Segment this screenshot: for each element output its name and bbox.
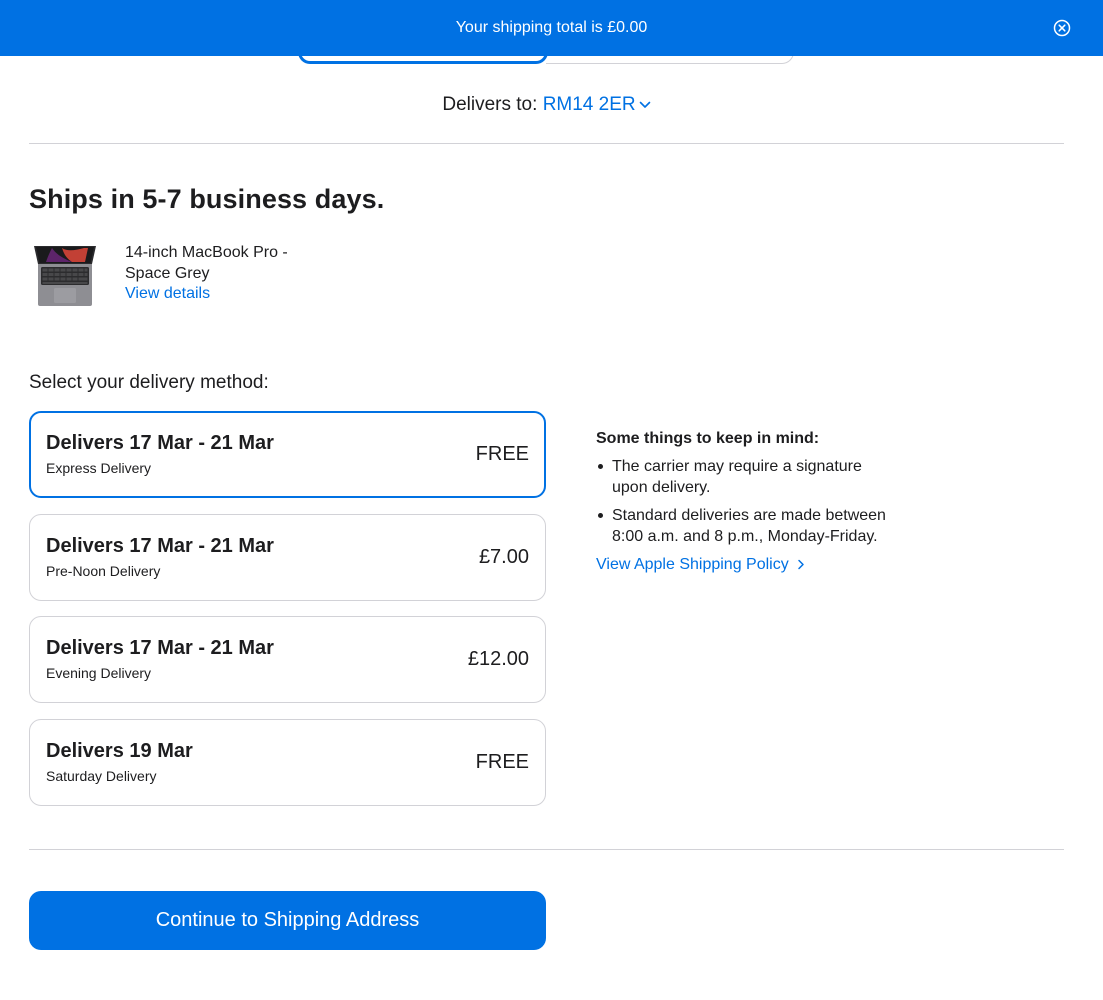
product-name: 14-inch MacBook Pro - Space Grey bbox=[125, 244, 288, 282]
option-subtitle: Saturday Delivery bbox=[46, 768, 157, 784]
shipping-page: Your shipping total is £0.00 Delivers to… bbox=[0, 0, 1103, 1000]
delivery-option-saturday[interactable]: Delivers 19 Mar Saturday Delivery FREE bbox=[29, 719, 546, 806]
continue-button[interactable]: Continue to Shipping Address bbox=[29, 891, 546, 950]
option-price: FREE bbox=[475, 751, 529, 773]
delivery-option-pre-noon[interactable]: Delivers 17 Mar - 21 Mar Pre-Noon Delive… bbox=[29, 514, 546, 601]
info-list: The carrier may require a signature upon… bbox=[596, 456, 896, 554]
option-subtitle: Evening Delivery bbox=[46, 665, 152, 681]
shipping-policy-link[interactable]: View Apple Shipping Policy bbox=[596, 556, 805, 574]
divider bbox=[29, 849, 1064, 850]
info-item: Standard deliveries are made between 8:0… bbox=[596, 505, 896, 547]
option-title: Delivers 17 Mar - 21 Mar bbox=[46, 637, 274, 659]
option-price: £7.00 bbox=[478, 546, 529, 568]
option-subtitle: Pre-Noon Delivery bbox=[46, 563, 161, 579]
postcode-value: RM14 2ER bbox=[542, 94, 636, 115]
divider bbox=[29, 143, 1064, 144]
option-subtitle: Express Delivery bbox=[46, 460, 152, 476]
delivers-to: Delivers to: RM14 2ER bbox=[0, 94, 1093, 116]
chevron-down-icon bbox=[639, 101, 650, 108]
delivery-method-label: Select your delivery method: bbox=[29, 372, 269, 393]
close-circle-icon[interactable] bbox=[1053, 19, 1071, 37]
banner-text: Your shipping total is £0.00 bbox=[455, 19, 648, 36]
info-item: The carrier may require a signature upon… bbox=[596, 456, 896, 498]
chevron-right-icon bbox=[798, 560, 804, 570]
option-price: FREE bbox=[475, 443, 529, 465]
shipping-total-banner: Your shipping total is £0.00 bbox=[0, 0, 1103, 56]
option-title: Delivers 19 Mar bbox=[46, 740, 193, 762]
macbook-icon bbox=[32, 242, 98, 308]
delivers-to-label: Delivers to: bbox=[442, 94, 538, 115]
delivery-option-express[interactable]: Delivers 17 Mar - 21 Mar Express Deliver… bbox=[29, 411, 546, 498]
option-title: Delivers 17 Mar - 21 Mar bbox=[46, 432, 274, 454]
ships-heading: Ships in 5-7 business days. bbox=[29, 184, 385, 214]
option-price: £12.00 bbox=[467, 648, 529, 670]
info-heading: Some things to keep in mind: bbox=[596, 430, 820, 447]
delivery-option-evening[interactable]: Delivers 17 Mar - 21 Mar Evening Deliver… bbox=[29, 616, 546, 703]
policy-link-label: View Apple Shipping Policy bbox=[596, 556, 789, 573]
postcode-selector[interactable]: RM14 2ER bbox=[543, 94, 651, 115]
option-title: Delivers 17 Mar - 21 Mar bbox=[46, 535, 274, 557]
view-details-link[interactable]: View details bbox=[125, 285, 210, 303]
